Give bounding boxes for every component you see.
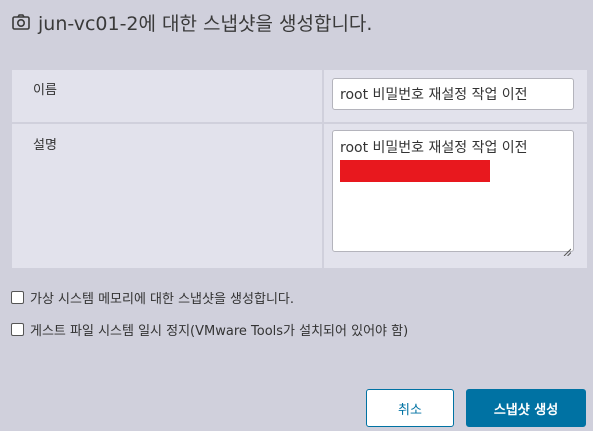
- quiesce-label: 게스트 파일 시스템 일시 정지(VMware Tools가 설치되어 있어야 …: [30, 324, 409, 339]
- description-text: root 비밀번호 재설정 작업 이전: [340, 140, 528, 156]
- description-field-cell: root 비밀번호 재설정 작업 이전: [324, 124, 587, 268]
- snapshot-form: 이름 설명 root 비밀번호 재설정 작업 이전: [12, 70, 587, 268]
- name-label: 이름: [12, 70, 322, 122]
- name-row: 이름: [12, 70, 587, 122]
- create-snapshot-button[interactable]: 스냅샷 생성: [466, 389, 586, 427]
- memory-snapshot-option[interactable]: 가상 시스템 메모리에 대한 스냅샷을 생성합니다.: [11, 288, 294, 307]
- memory-snapshot-label: 가상 시스템 메모리에 대한 스냅샷을 생성합니다.: [30, 292, 294, 307]
- description-textarea[interactable]: root 비밀번호 재설정 작업 이전: [332, 130, 574, 257]
- cancel-button[interactable]: 취소: [366, 389, 454, 427]
- camera-icon: [11, 12, 31, 32]
- redacted-text: [340, 160, 490, 182]
- description-label: 설명: [12, 124, 322, 268]
- resize-handle-icon[interactable]: [563, 241, 572, 257]
- name-input[interactable]: [332, 78, 574, 110]
- description-row: 설명 root 비밀번호 재설정 작업 이전: [12, 124, 587, 268]
- memory-snapshot-checkbox[interactable]: [11, 291, 24, 304]
- quiesce-checkbox[interactable]: [11, 323, 24, 336]
- quiesce-option[interactable]: 게스트 파일 시스템 일시 정지(VMware Tools가 설치되어 있어야 …: [11, 320, 408, 339]
- dialog-title: jun-vc01-2에 대한 스냅샷을 생성합니다.: [38, 12, 373, 35]
- name-field-cell: [324, 70, 587, 122]
- dialog-header: jun-vc01-2에 대한 스냅샷을 생성합니다.: [11, 9, 372, 35]
